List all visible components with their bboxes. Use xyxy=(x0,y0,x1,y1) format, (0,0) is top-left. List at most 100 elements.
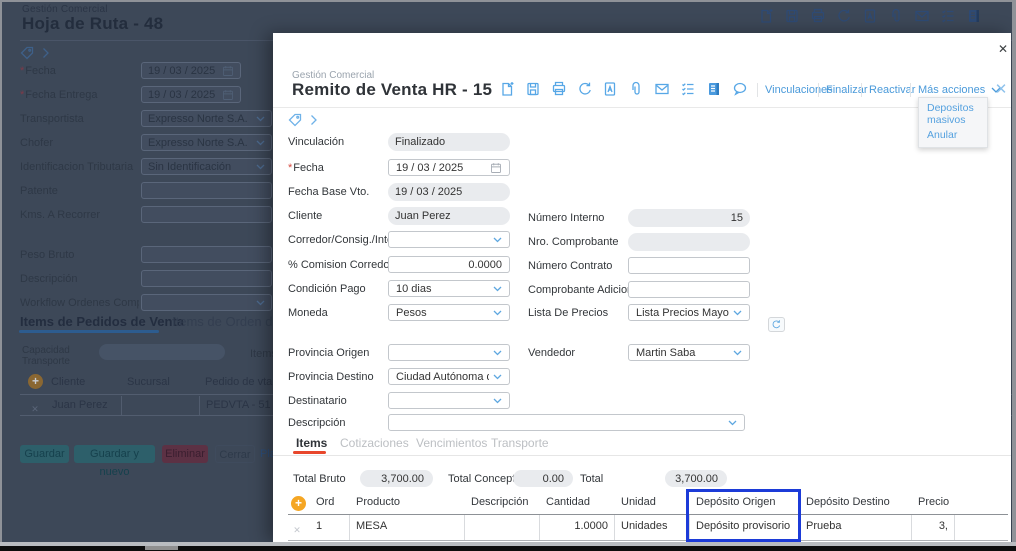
cell-ord[interactable]: 1 xyxy=(310,515,350,540)
provincia-destino-select[interactable]: Ciudad Autónoma de Bu xyxy=(388,368,510,385)
bg-transportista-select[interactable]: Expresso Norte S.A. xyxy=(141,110,272,127)
tab-vencimientos[interactable]: Vencimientos xyxy=(416,436,487,450)
chevron-down-icon xyxy=(493,237,502,242)
checklist-icon[interactable] xyxy=(680,81,696,97)
menu-item-anular[interactable]: Anular xyxy=(919,128,987,144)
moneda-select[interactable]: Pesos xyxy=(388,304,510,321)
destinatario-select[interactable] xyxy=(388,392,510,409)
cell-precio[interactable]: 3, xyxy=(912,515,955,540)
refresh-button[interactable] xyxy=(768,317,785,332)
provincia-origen-select[interactable] xyxy=(388,344,510,361)
nro-comprobante-label: Nro. Comprobante xyxy=(528,236,619,248)
col-deposito-destino: Depósito Destino xyxy=(806,496,890,508)
condicion-pago-select[interactable]: 10 dias xyxy=(388,280,510,297)
cliente-value: Juan Perez xyxy=(388,207,510,225)
bg-fecha-entrega-input[interactable]: 19 / 03 / 2025 xyxy=(141,86,241,103)
checklist-icon[interactable] xyxy=(940,8,956,24)
destinatario-label: Destinatario xyxy=(288,395,347,407)
cell-deposito-destino[interactable]: Prueba xyxy=(800,515,912,540)
descripcion-select[interactable] xyxy=(388,414,745,431)
attachment-icon[interactable] xyxy=(888,8,904,24)
cell-deposito-origen[interactable]: Depósito provisorio xyxy=(690,515,800,540)
bg-chofer-select[interactable]: Expresso Norte S.A. xyxy=(141,134,272,151)
bg-delete-row-button[interactable] xyxy=(28,399,42,413)
cell-cantidad[interactable]: 1.0000 xyxy=(540,515,615,540)
items-table-header: Ord Producto Descripción Cantidad Unidad… xyxy=(310,492,955,514)
history-icon[interactable] xyxy=(577,81,593,97)
bg-patente-input[interactable] xyxy=(141,182,272,199)
bg-descripcion-input[interactable] xyxy=(141,270,272,287)
window-frame-right xyxy=(1012,0,1016,551)
menu-item-depositos-masivos[interactable]: Depositos masivos xyxy=(919,101,987,128)
tag-icon xyxy=(288,113,302,127)
bg-capacidad-label: Capacidad Transporte xyxy=(22,345,70,367)
provincia-origen-label: Provincia Origen xyxy=(288,347,370,359)
chevron-down-icon xyxy=(493,398,502,403)
vinculaciones-link[interactable]: Vinculaciones xyxy=(765,84,833,96)
numero-contrato-input[interactable] xyxy=(628,257,750,274)
fecha-input[interactable]: 19 / 03 / 2025 xyxy=(388,159,510,176)
tag-icon xyxy=(20,46,34,60)
bg-kms-input[interactable] xyxy=(141,206,272,223)
print-icon[interactable] xyxy=(810,8,826,24)
bg-cell-sucursal[interactable] xyxy=(122,396,200,415)
bg-field-fecha-entrega: *Fecha Entrega 19 / 03 / 2025 xyxy=(20,86,272,104)
corredor-select[interactable] xyxy=(388,231,510,248)
cell-producto[interactable]: MESA xyxy=(350,515,465,540)
comprobante-adicional-input[interactable] xyxy=(628,281,750,298)
reactivar-link[interactable]: Reactivar xyxy=(869,84,915,96)
col-unidad: Unidad xyxy=(621,496,656,508)
bg-peso-bruto-input[interactable] xyxy=(141,246,272,263)
guardar-y-nuevo-button[interactable]: Guardar y nuevo xyxy=(74,445,155,478)
tab-transporte[interactable]: Transporte xyxy=(491,436,549,450)
tab-cotizaciones[interactable]: Cotizaciones xyxy=(340,436,409,450)
tab-items[interactable]: Items xyxy=(296,436,327,450)
bg-add-row-button[interactable] xyxy=(28,374,43,389)
horizontal-scrollbar-thumb[interactable] xyxy=(145,546,178,550)
cell-unidad[interactable]: Unidades xyxy=(615,515,690,540)
cell-extra[interactable] xyxy=(955,515,1008,540)
journal-icon[interactable] xyxy=(706,81,722,97)
bg-workflow-select[interactable] xyxy=(141,294,272,311)
bg-capacidad-value xyxy=(99,344,225,360)
bg-tab-items-pedidos[interactable]: Items de Pedidos de Venta xyxy=(20,314,184,329)
vendedor-select[interactable]: Martin Saba xyxy=(628,344,750,361)
journal-icon[interactable] xyxy=(966,8,982,24)
close-record-icon[interactable] xyxy=(992,81,1010,99)
new-document-icon[interactable] xyxy=(499,81,515,97)
bg-fecha-input[interactable]: 19 / 03 / 2025 xyxy=(141,62,241,79)
numero-interno-label: Número Interno xyxy=(528,212,605,224)
col-producto: Producto xyxy=(356,496,401,508)
document-a-icon[interactable] xyxy=(602,81,618,97)
attachment-icon[interactable] xyxy=(628,81,644,97)
cell-descripcion[interactable] xyxy=(465,515,540,540)
chevron-down-icon xyxy=(493,374,502,379)
new-document-icon[interactable] xyxy=(758,8,774,24)
eliminar-button[interactable]: Eliminar xyxy=(162,445,208,463)
history-icon[interactable] xyxy=(836,8,852,24)
calendar-icon xyxy=(223,89,233,100)
save-icon[interactable] xyxy=(784,8,800,24)
save-icon[interactable] xyxy=(525,81,541,97)
mas-acciones-menu-button[interactable]: Más acciones xyxy=(918,84,1001,96)
bg-cell-cliente[interactable]: Juan Perez xyxy=(46,396,122,415)
bg-field-fecha: *Fecha 19 / 03 / 2025 xyxy=(20,62,272,80)
delete-item-button[interactable] xyxy=(290,520,304,534)
cerrar-button[interactable]: Cerrar xyxy=(215,445,255,463)
comment-icon[interactable] xyxy=(732,81,748,97)
print-icon[interactable] xyxy=(551,81,567,97)
close-dialog-icon[interactable] xyxy=(995,40,1011,56)
bg-field-chofer: Chofer Expresso Norte S.A. xyxy=(20,134,272,152)
document-a-icon[interactable] xyxy=(862,8,878,24)
guardar-button[interactable]: Guardar xyxy=(20,445,69,463)
vendedor-label: Vendedor xyxy=(528,347,576,359)
comision-input[interactable]: 0.0000 xyxy=(388,256,510,273)
col-descripcion: Descripción xyxy=(471,496,529,508)
mail-icon[interactable] xyxy=(654,81,670,97)
provincia-destino-label: Provincia Destino xyxy=(288,371,374,383)
add-item-button[interactable] xyxy=(291,496,306,511)
lista-precios-select[interactable]: Lista Precios Mayorista xyxy=(628,304,750,321)
mail-icon[interactable] xyxy=(914,8,930,24)
bg-identificacion-select[interactable]: Sin Identificación xyxy=(141,158,272,175)
bg-cell-pedido[interactable]: PEDVTA - 51 xyxy=(200,396,280,415)
